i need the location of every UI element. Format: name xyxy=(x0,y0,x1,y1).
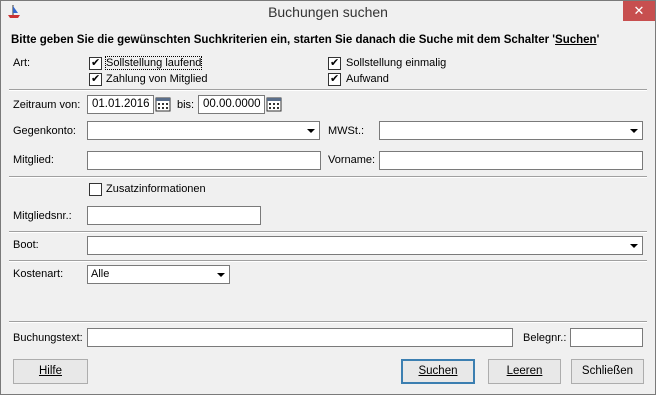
instruction-text: Bitte geben Sie die gewünschten Suchkrit… xyxy=(11,34,599,46)
bis-label: bis: xyxy=(177,99,195,111)
mwst-select[interactable] xyxy=(379,121,643,140)
chevron-down-icon[interactable] xyxy=(213,267,228,282)
gegenkonto-select[interactable] xyxy=(87,121,320,140)
belegnr-label: Belegnr.: xyxy=(523,332,567,344)
calendar-icon[interactable] xyxy=(155,96,172,113)
label-sollstellung-laufend[interactable]: Sollstellung laufend xyxy=(104,56,203,70)
chevron-down-icon[interactable] xyxy=(303,123,318,138)
separator xyxy=(9,231,647,233)
buchungstext-label: Buchungstext: xyxy=(13,332,83,344)
gegenkonto-label: Gegenkonto: xyxy=(13,125,76,137)
separator xyxy=(9,89,647,91)
date-to-field[interactable]: 00.00.0000 xyxy=(198,95,265,114)
belegnr-input[interactable] xyxy=(570,328,643,347)
window-title: Buchungen suchen xyxy=(268,4,388,20)
checkbox-aufwand[interactable] xyxy=(328,72,341,86)
checkbox-sollstellung-einmalig[interactable] xyxy=(328,56,341,70)
separator xyxy=(9,260,647,262)
mitgliedsnr-label: Mitgliedsnr.: xyxy=(13,210,72,222)
chevron-down-icon[interactable] xyxy=(626,123,641,138)
instruction-prefix: Bitte geben Sie die gewünschten Suchkrit… xyxy=(11,34,556,46)
art-label: Art: xyxy=(13,57,31,69)
date-from-value: 01.01.2016 xyxy=(92,98,150,110)
instruction-link: Suchen xyxy=(555,34,597,46)
label-zahlung-von-mitglied[interactable]: Zahlung von Mitglied xyxy=(106,73,208,85)
label-zusatzinformationen[interactable]: Zusatzinformationen xyxy=(106,183,206,195)
checkbox-zusatzinformationen[interactable] xyxy=(89,183,102,196)
dialog-content: Bitte geben Sie die gewünschten Suchkrit… xyxy=(1,24,655,394)
dialog-window: Buchungen suchen ✕ Bitte geben Sie die g… xyxy=(0,0,656,395)
checkbox-zahlung-von-mitglied[interactable] xyxy=(89,72,102,86)
schliessen-button[interactable]: Schließen xyxy=(571,359,644,384)
kostenart-select[interactable]: Alle xyxy=(87,265,230,284)
chevron-down-icon[interactable] xyxy=(626,238,641,253)
close-button[interactable]: ✕ xyxy=(623,1,655,21)
mitglied-label: Mitglied: xyxy=(13,154,54,166)
separator xyxy=(9,176,647,178)
label-aufwand[interactable]: Aufwand xyxy=(346,73,389,85)
label-sollstellung-einmalig[interactable]: Sollstellung einmalig xyxy=(346,57,446,69)
suchen-label: Suchen xyxy=(418,365,458,377)
date-to-value: 00.00.0000 xyxy=(203,98,261,110)
instruction-suffix: ' xyxy=(596,34,600,46)
mitgliedsnr-input[interactable] xyxy=(87,206,261,225)
hilfe-label: Hilfe xyxy=(38,365,62,377)
zeitraum-label: Zeitraum von: xyxy=(13,99,81,111)
leeren-label: Leeren xyxy=(506,365,543,377)
separator xyxy=(9,321,647,323)
suchen-button[interactable]: Suchen xyxy=(401,359,475,384)
mwst-label: MWSt.: xyxy=(328,125,365,137)
leeren-button[interactable]: Leeren xyxy=(488,359,561,384)
kostenart-value: Alle xyxy=(91,268,110,280)
buchungstext-input[interactable] xyxy=(87,328,513,347)
mitglied-input[interactable] xyxy=(87,151,321,170)
vorname-label: Vorname: xyxy=(328,154,376,166)
kostenart-label: Kostenart: xyxy=(13,268,64,280)
boot-select[interactable] xyxy=(87,236,643,255)
vorname-input[interactable] xyxy=(379,151,643,170)
boot-label: Boot: xyxy=(13,239,39,251)
schliessen-label: Schließen xyxy=(581,365,634,377)
date-from-field[interactable]: 01.01.2016 xyxy=(87,95,154,114)
hilfe-button[interactable]: Hilfe xyxy=(13,359,88,384)
title-bar: Buchungen suchen ✕ xyxy=(1,1,655,24)
calendar-icon[interactable] xyxy=(266,96,283,113)
checkbox-sollstellung-laufend[interactable] xyxy=(89,56,102,70)
